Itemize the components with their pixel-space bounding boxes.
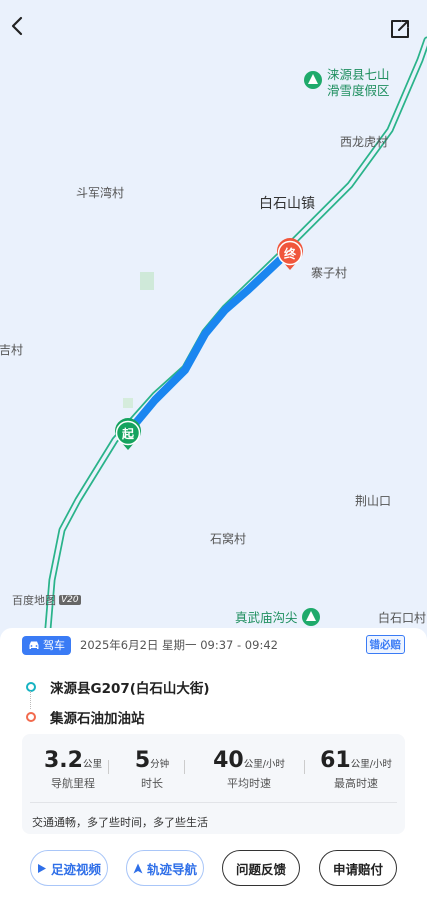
chevron-left-icon (11, 16, 23, 36)
stat-label: 最高时速 (334, 777, 378, 790)
stat-distance: 3.2公里 导航里程 (28, 748, 118, 791)
resort-poi-icon[interactable] (304, 71, 322, 89)
place-baishikou: 白石口村 (378, 611, 427, 625)
destination-row: 集源石油加油站 (26, 704, 210, 730)
trail-nav-label: 轨迹导航 (146, 861, 197, 877)
stat-value: 3.2 (44, 748, 83, 773)
place-xilonghu: 西龙虎村 (340, 135, 389, 149)
stat-label: 时长 (141, 777, 163, 790)
park-area (123, 398, 133, 408)
trail-video-label: 足迹视频 (50, 861, 101, 877)
stat-label: 导航里程 (51, 777, 95, 790)
trip-summary: 交通通畅，多了些时间，多了些生活 (32, 816, 208, 829)
route-connector (30, 691, 31, 709)
stat-value: 61 (320, 748, 351, 773)
poi-zhenwumiao[interactable]: 真武庙沟尖 (235, 610, 298, 626)
trail-nav-button[interactable]: 轨迹导航 (126, 850, 204, 886)
stat-label: 平均时速 (227, 777, 271, 790)
play-icon (37, 863, 46, 873)
feedback-button[interactable]: 问题反馈 (222, 850, 300, 886)
end-marker[interactable]: 终 (277, 238, 304, 270)
stat-value: 5 (134, 748, 151, 773)
trip-detail-page: 起 终 涞源县七山 滑雪度假区 西龙虎村 斗军湾村 白石山镇 寨子村 吉村 荆山… (0, 0, 427, 918)
drive-mode-badge: 驾车 (22, 635, 71, 655)
claim-label: 申请赔付 (332, 861, 383, 877)
watermark-text: 百度地图 (12, 594, 56, 607)
stat-duration: 5分钟 时长 (112, 748, 192, 791)
guarantee-badge[interactable]: 错必赔 (365, 635, 405, 654)
end-marker-label: 终 (284, 246, 297, 261)
place-jingshankou: 荆山口 (355, 494, 392, 508)
map-watermark: 百度地图 V20 (12, 592, 81, 608)
stat-avg-speed: 40公里/小时 平均时速 (194, 748, 304, 791)
divider (30, 802, 397, 803)
divider (108, 760, 109, 774)
car-icon (29, 641, 39, 649)
watermark-version: V20 (59, 595, 81, 605)
trip-header: 驾车 2025年6月2日 星期一 09:37 - 09:42 错必赔 (22, 634, 405, 656)
place-doujunwan: 斗军湾村 (76, 186, 125, 200)
park-area (140, 272, 154, 290)
stat-unit: 公里 (82, 759, 102, 770)
navigation-arrow-icon (133, 863, 143, 873)
highway-road-inner (45, 38, 427, 640)
feedback-label: 问题反馈 (235, 861, 286, 877)
destination-dot-icon (26, 712, 36, 722)
share-external-icon (391, 20, 409, 38)
trail-video-button[interactable]: 足迹视频 (30, 850, 108, 886)
origin-name: 涞源县G207(白石山大街) (50, 681, 210, 697)
place-jicun: 吉村 (0, 343, 24, 357)
start-marker[interactable]: 起 (115, 418, 141, 450)
peak-poi-icon[interactable] (302, 608, 320, 626)
stat-max-speed: 61公里/小时 最高时速 (310, 748, 402, 791)
place-zhaizi: 寨子村 (311, 266, 348, 280)
claim-button[interactable]: 申请赔付 (319, 850, 397, 886)
trip-date: 2025年6月2日 星期一 09:37 - 09:42 (80, 638, 278, 652)
share-button[interactable] (389, 18, 413, 42)
place-shiwo: 石窝村 (210, 532, 247, 546)
stat-unit: 公里/小时 (243, 759, 285, 770)
stat-unit: 公里/小时 (350, 759, 392, 770)
divider (304, 760, 305, 774)
poi-qishan-resort[interactable]: 涞源县七山 滑雪度假区 (327, 67, 390, 99)
trip-detail-sheet: 驾车 2025年6月2日 星期一 09:37 - 09:42 错必赔 涞源县G2… (0, 628, 427, 918)
stat-value: 40 (213, 748, 244, 773)
origin-dot-icon (26, 682, 36, 692)
divider (184, 760, 185, 774)
route-endpoints: 涞源县G207(白石山大街) 集源石油加油站 (26, 674, 210, 730)
route-map[interactable]: 起 终 涞源县七山 滑雪度假区 西龙虎村 斗军湾村 白石山镇 寨子村 吉村 荆山… (0, 0, 427, 640)
origin-row: 涞源县G207(白石山大街) (26, 674, 210, 700)
back-button[interactable] (10, 16, 36, 42)
trip-stats-card: 3.2公里 导航里程 5分钟 时长 40公里/小时 平均时速 61公里/小时 最… (22, 734, 405, 834)
highway-road (43, 36, 427, 640)
mode-label: 驾车 (43, 639, 65, 652)
start-marker-label: 起 (121, 426, 135, 441)
place-baishishan: 白石山镇 (259, 196, 315, 212)
stat-unit: 分钟 (150, 759, 170, 770)
destination-name: 集源石油加油站 (50, 711, 145, 727)
